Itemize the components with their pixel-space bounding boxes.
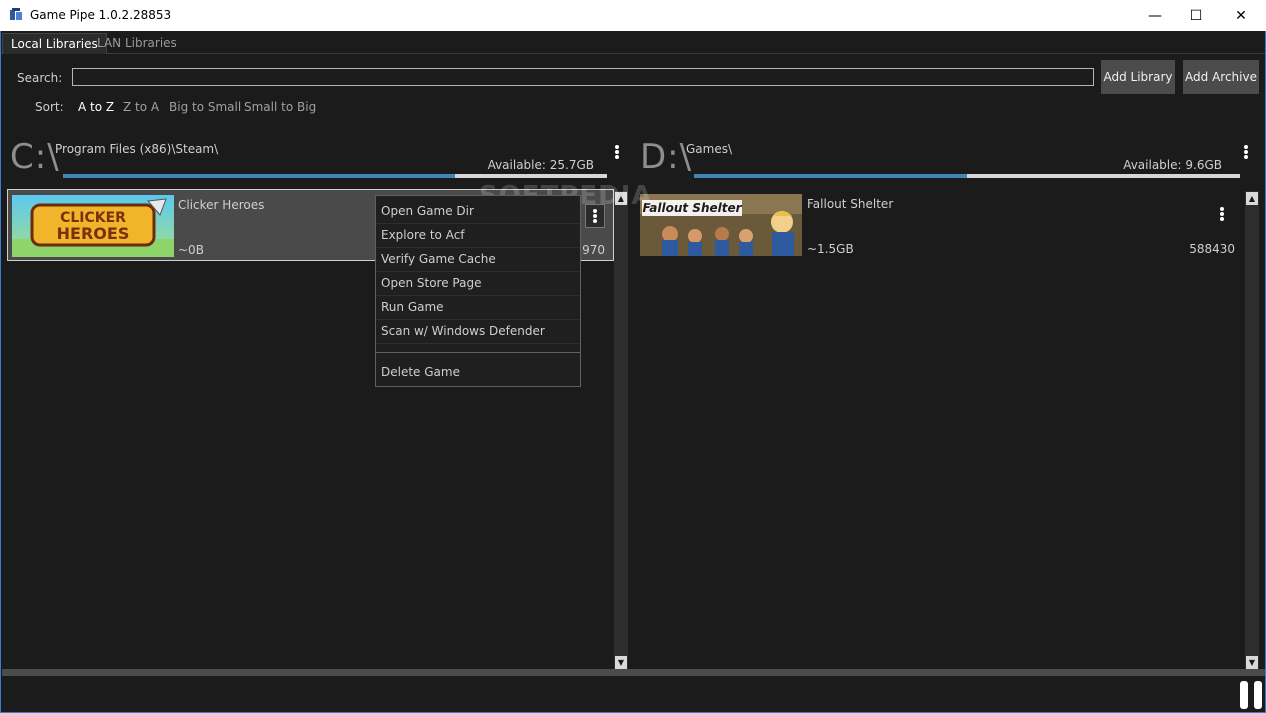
game-context-menu: Open Game Dir Explore to Acf Verify Game… <box>375 195 581 387</box>
menu-separator <box>376 352 580 353</box>
menu-verify-game-cache[interactable]: Verify Game Cache <box>376 248 580 272</box>
scrollbar[interactable]: ▲ ▼ <box>1245 191 1259 670</box>
library-path: Games\ <box>686 142 733 156</box>
library-space-fill <box>694 174 967 178</box>
clicker-heroes-art: CLICKER HEROES <box>12 195 174 257</box>
maximize-button[interactable]: ☐ <box>1173 0 1219 31</box>
scroll-up-icon[interactable]: ▲ <box>1246 192 1258 205</box>
game-menu-kebab-icon[interactable] <box>1214 203 1230 225</box>
app-icon <box>10 8 22 20</box>
tab-lan-libraries[interactable]: LAN Libraries <box>89 33 185 54</box>
drive-letter: D:\ <box>640 137 693 177</box>
close-button[interactable]: ✕ <box>1218 0 1264 31</box>
library-space-bar <box>694 174 1240 178</box>
game-thumbnail: CLICKER HEROES <box>12 195 174 257</box>
game-size: ~1.5GB <box>807 242 854 256</box>
menu-open-game-dir[interactable]: Open Game Dir <box>376 200 580 224</box>
game-card[interactable]: Fallout Shelter Fallout Shelter ~1.5GB 5… <box>640 189 1245 261</box>
add-library-button[interactable]: Add Library <box>1101 60 1175 94</box>
sort-big-to-small[interactable]: Big to Small <box>169 100 241 114</box>
sort-z-to-a[interactable]: Z to A <box>123 100 159 114</box>
menu-open-store-page[interactable]: Open Store Page <box>376 272 580 296</box>
library-available: Available: 9.6GB <box>1123 158 1222 172</box>
tab-bar: Local Libraries LAN Libraries <box>1 31 1265 54</box>
library-path: Program Files (x86)\Steam\ <box>55 142 219 156</box>
game-list: Fallout Shelter Fallout Shelter ~1.5GB 5… <box>639 185 1245 670</box>
library-space-fill <box>63 174 455 178</box>
game-thumbnail: Fallout Shelter <box>640 194 802 256</box>
scroll-down-icon[interactable]: ▼ <box>1246 656 1258 669</box>
svg-text:Fallout Shelter: Fallout Shelter <box>642 201 742 215</box>
add-archive-button[interactable]: Add Archive <box>1183 60 1259 94</box>
svg-text:HEROES: HEROES <box>57 224 130 243</box>
task-progress-bar <box>2 669 1265 676</box>
fallout-shelter-art: Fallout Shelter <box>640 194 802 256</box>
search-label: Search: <box>17 71 63 85</box>
game-size: ~0B <box>178 243 204 257</box>
scroll-down-icon[interactable]: ▼ <box>615 656 627 669</box>
menu-explore-to-acf[interactable]: Explore to Acf <box>376 224 580 248</box>
library-menu-kebab-icon[interactable] <box>609 141 625 163</box>
sort-label: Sort: <box>35 100 64 114</box>
menu-run-game[interactable]: Run Game <box>376 296 580 320</box>
drive-letter: C:\ <box>10 137 60 177</box>
library-space-bar <box>63 174 607 178</box>
menu-delete-game[interactable]: Delete Game <box>376 361 580 385</box>
game-appid: 588430 <box>1189 242 1235 256</box>
main-window: Local Libraries LAN Libraries Search: Ad… <box>0 31 1266 713</box>
library-menu-kebab-icon[interactable] <box>1238 141 1254 163</box>
game-name: Clicker Heroes <box>178 198 265 212</box>
menu-scan-windows-defender[interactable]: Scan w/ Windows Defender <box>376 320 580 344</box>
search-input[interactable] <box>72 68 1094 86</box>
pause-icon[interactable] <box>1240 681 1262 709</box>
minimize-button[interactable]: — <box>1132 0 1178 31</box>
game-name: Fallout Shelter <box>807 197 894 211</box>
scrollbar[interactable]: ▲ ▼ <box>614 191 628 670</box>
library-panel-d: D:\ Games\ Available: 9.6GB Fallout Shel… <box>635 135 1264 670</box>
sort-a-to-z[interactable]: A to Z <box>78 100 114 114</box>
sort-small-to-big[interactable]: Small to Big <box>244 100 316 114</box>
window-title: Game Pipe 1.0.2.28853 <box>30 8 172 22</box>
title-bar: Game Pipe 1.0.2.28853 — ☐ ✕ <box>0 0 1266 31</box>
library-available: Available: 25.7GB <box>487 158 594 172</box>
